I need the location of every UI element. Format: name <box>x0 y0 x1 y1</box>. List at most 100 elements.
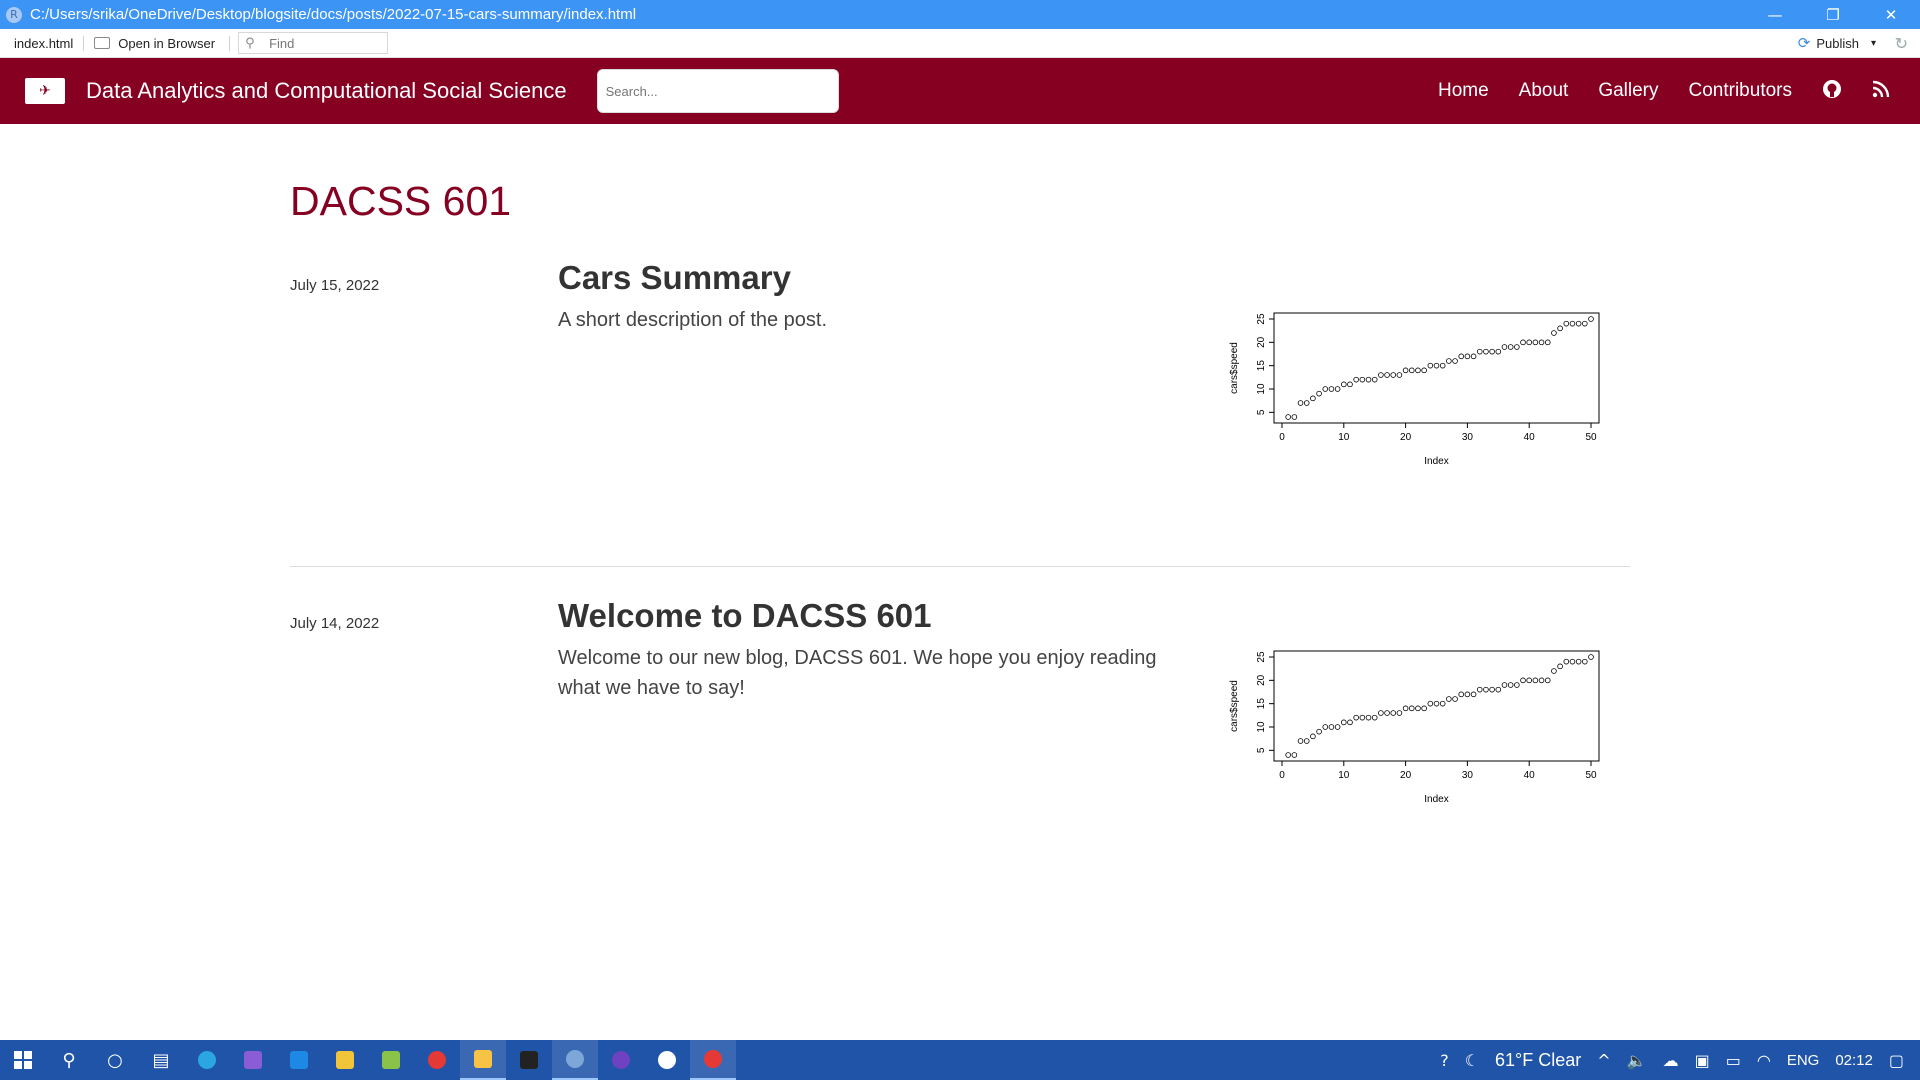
refresh-icon[interactable]: ↻ <box>1895 34 1908 53</box>
x-tick-label: 10 <box>1338 432 1350 443</box>
x-tick-label: 20 <box>1400 770 1412 781</box>
post-title[interactable]: Welcome to DACSS 601 <box>558 597 932 635</box>
notifications-icon[interactable]: ▢ <box>1889 1051 1904 1070</box>
y-tick-label: 25 <box>1256 313 1267 325</box>
find-field[interactable]: ⚲ Find <box>238 32 389 54</box>
chrome-icon[interactable] <box>414 1040 460 1080</box>
window-title: C:/Users/srika/OneDrive/Desktop/blogsite… <box>30 6 637 23</box>
task-view-icon[interactable]: ▤ <box>138 1040 184 1080</box>
search-icon[interactable]: ⚲ <box>46 1040 92 1080</box>
x-tick-label: 0 <box>1279 432 1285 443</box>
post-description: Welcome to our new blog, DACSS 601. We h… <box>558 647 1157 699</box>
nav-home[interactable]: Home <box>1438 80 1489 102</box>
y-tick-label: 20 <box>1256 674 1267 686</box>
find-placeholder: Find <box>269 35 295 51</box>
chevron-down-icon[interactable]: ▾ <box>1871 38 1876 49</box>
notepad-icon[interactable] <box>368 1040 414 1080</box>
language-indicator[interactable]: ENG <box>1787 1052 1820 1069</box>
site-title[interactable]: Data Analytics and Computational Social … <box>86 78 567 104</box>
y-tick-label: 15 <box>1256 360 1267 372</box>
x-tick-label: 40 <box>1524 770 1536 781</box>
chevron-up-icon[interactable]: ^ <box>1597 1051 1610 1070</box>
slack-icon[interactable] <box>644 1040 690 1080</box>
window-titlebar: R C:/Users/srika/OneDrive/Desktop/blogsi… <box>0 0 1920 29</box>
battery-icon[interactable]: ▭ <box>1726 1051 1741 1070</box>
weather-status[interactable]: 61°F Clear <box>1495 1050 1581 1071</box>
site-nav: Home About Gallery Contributors <box>1438 58 1920 124</box>
rss-icon[interactable] <box>1872 80 1890 103</box>
logo-icon: ✈ <box>39 83 51 99</box>
wifi-icon[interactable]: ◠ <box>1757 1051 1771 1070</box>
taskbar: ⚲ ○ ▤ ? ☾ 61°F Clear ^ 🔈 ☁ ▣ ▭ ◠ ENG 02:… <box>0 1040 1920 1080</box>
x-tick-label: 50 <box>1585 432 1597 443</box>
y-axis-label: cars$speed <box>1229 342 1240 394</box>
edge-icon[interactable] <box>184 1040 230 1080</box>
cortana-icon[interactable]: ○ <box>92 1040 138 1080</box>
restore-button[interactable]: ❐ <box>1804 0 1862 29</box>
nav-contributors[interactable]: Contributors <box>1689 80 1793 102</box>
x-tick-label: 40 <box>1524 432 1536 443</box>
site-navbar: ✈ Data Analytics and Computational Socia… <box>0 58 1920 124</box>
y-tick-label: 20 <box>1256 336 1267 348</box>
post-date: July 14, 2022 <box>290 615 380 632</box>
volume-icon[interactable]: 🔈 <box>1627 1051 1647 1070</box>
viewer-toolbar: index.html Open in Browser ⚲ Find ⟳ Publ… <box>0 29 1920 58</box>
post-item[interactable]: July 15, 2022 Cars Summary A short descr… <box>290 259 1630 567</box>
viewer-filename: index.html <box>14 35 85 51</box>
post-date: July 15, 2022 <box>290 277 380 294</box>
site-search-input[interactable] <box>596 69 839 113</box>
x-tick-label: 0 <box>1279 770 1285 781</box>
github-icon[interactable] <box>1822 79 1842 104</box>
post-thumbnail-chart[interactable]: 0 10 20 30 40 50 5 10 15 20 25 Index cars$speed <box>1227 295 1627 523</box>
x-axis-label: Index <box>1424 456 1448 467</box>
moon-icon: ☾ <box>1464 1050 1480 1070</box>
y-tick-label: 15 <box>1256 698 1267 710</box>
x-tick-label: 30 <box>1462 770 1474 781</box>
vscode-icon[interactable] <box>276 1040 322 1080</box>
x-tick-label: 50 <box>1585 770 1597 781</box>
terminal-icon[interactable] <box>506 1040 552 1080</box>
page-title: DACSS 601 <box>290 178 512 224</box>
visual-studio-icon[interactable] <box>230 1040 276 1080</box>
open-in-browser-label: Open in Browser <box>118 35 216 51</box>
y-tick-label: 10 <box>1256 721 1267 733</box>
y-tick-label: 5 <box>1256 747 1267 753</box>
y-tick-label: 25 <box>1256 651 1267 663</box>
github-desktop-icon[interactable] <box>598 1040 644 1080</box>
python-icon[interactable] <box>322 1040 368 1080</box>
x-tick-label: 10 <box>1338 770 1350 781</box>
x-tick-label: 20 <box>1400 432 1412 443</box>
main-content: DACSS 601 July 15, 2022 Cars Summary A s… <box>290 124 1630 875</box>
system-tray: ? ☾ 61°F Clear ^ 🔈 ☁ ▣ ▭ ◠ ENG 02:12 ▢ <box>1440 1040 1920 1080</box>
close-button[interactable]: ✕ <box>1862 0 1920 29</box>
rstudio-icon: R <box>6 6 22 23</box>
windows-start-icon[interactable] <box>0 1040 46 1080</box>
y-tick-label: 5 <box>1256 409 1267 415</box>
post-thumbnail-chart[interactable]: 0 10 20 30 40 50 5 10 15 20 25 Index cars$speed <box>1227 633 1627 861</box>
site-logo[interactable]: ✈ <box>25 78 65 104</box>
help-icon[interactable]: ? <box>1440 1051 1449 1070</box>
nav-gallery[interactable]: Gallery <box>1598 80 1658 102</box>
post-description: A short description of the post. <box>558 309 828 331</box>
clock[interactable]: 02:12 <box>1835 1052 1873 1069</box>
post-item[interactable]: July 14, 2022 Welcome to DACSS 601 Welco… <box>290 567 1630 875</box>
onedrive-icon[interactable]: ☁ <box>1663 1051 1679 1070</box>
nav-about[interactable]: About <box>1519 80 1569 102</box>
file-explorer-icon[interactable] <box>460 1040 506 1080</box>
publish-label: Publish <box>1816 35 1859 51</box>
window-controls: — ❐ ✕ <box>1746 0 1920 29</box>
browser-window-icon <box>94 37 111 49</box>
publish-icon: ⟳ <box>1797 34 1811 52</box>
chrome-active-icon[interactable] <box>690 1040 736 1080</box>
rstudio-taskbar-icon[interactable] <box>552 1040 598 1080</box>
publish-button[interactable]: ⟳ Publish ▾ <box>1798 34 1876 52</box>
x-tick-label: 30 <box>1462 432 1474 443</box>
post-title[interactable]: Cars Summary <box>558 259 791 297</box>
minimize-button[interactable]: — <box>1746 0 1804 29</box>
display-icon[interactable]: ▣ <box>1695 1051 1710 1070</box>
open-in-browser-button[interactable]: Open in Browser <box>94 35 231 51</box>
x-axis-label: Index <box>1424 794 1448 805</box>
search-icon: ⚲ <box>245 35 255 51</box>
y-axis-label: cars$speed <box>1229 680 1240 732</box>
y-tick-label: 10 <box>1256 383 1267 395</box>
